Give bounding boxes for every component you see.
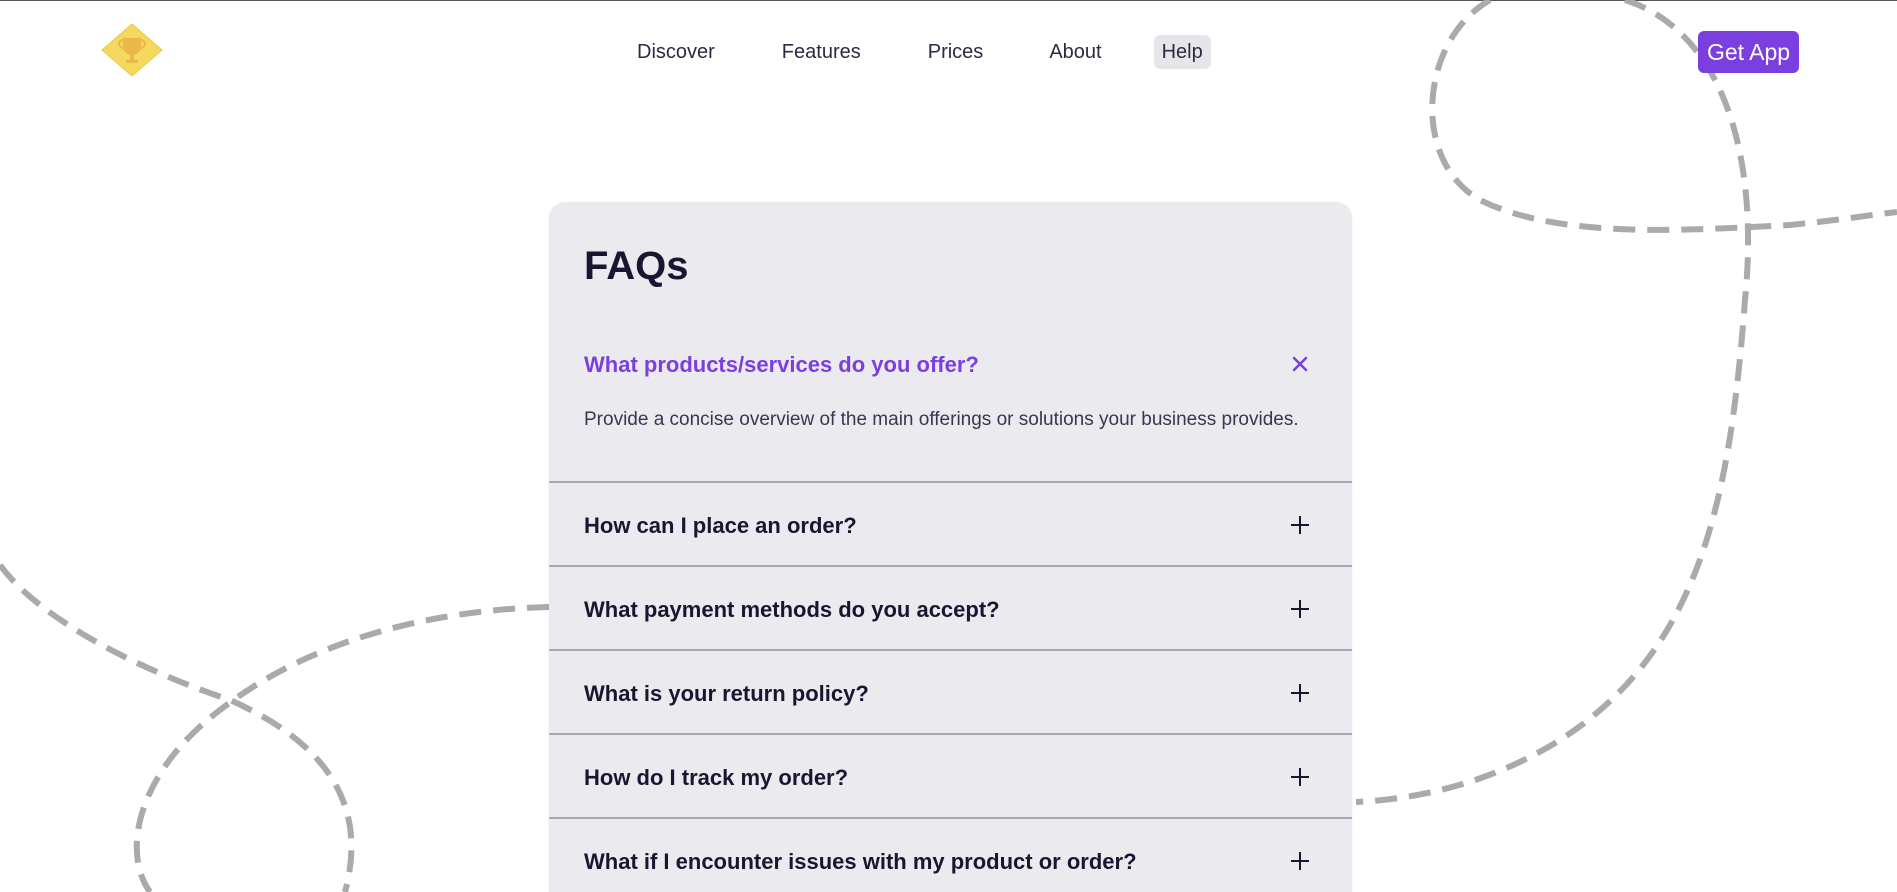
faq-question[interactable]: What products/services do you offer? xyxy=(584,352,979,378)
plus-icon[interactable] xyxy=(1287,512,1313,538)
plus-icon[interactable] xyxy=(1287,764,1313,790)
nav-link-help[interactable]: Help xyxy=(1153,35,1211,69)
nav-link-prices[interactable]: Prices xyxy=(920,35,992,69)
faq-question[interactable]: What payment methods do you accept? xyxy=(584,597,1000,623)
faq-question[interactable]: What is your return policy? xyxy=(584,681,869,707)
faq-title: FAQs xyxy=(584,244,689,288)
faq-item[interactable]: What is your return policy? xyxy=(549,649,1352,733)
plus-icon[interactable] xyxy=(1287,596,1313,622)
faq-item[interactable]: What payment methods do you accept? xyxy=(549,565,1352,649)
logo[interactable] xyxy=(101,23,163,77)
faq-question[interactable]: What if I encounter issues with my produ… xyxy=(584,849,1137,875)
close-icon[interactable] xyxy=(1287,351,1313,377)
plus-icon[interactable] xyxy=(1287,848,1313,874)
faq-card: FAQs What products/services do you offer… xyxy=(549,202,1352,892)
top-navbar: Discover Features Prices About Help Get … xyxy=(0,0,1897,104)
nav-link-features[interactable]: Features xyxy=(774,35,869,69)
faq-question[interactable]: How can I place an order? xyxy=(584,513,857,539)
nav-link-discover[interactable]: Discover xyxy=(629,35,723,69)
plus-icon[interactable] xyxy=(1287,680,1313,706)
faq-answer: Provide a concise overview of the main o… xyxy=(584,409,1299,430)
faq-item[interactable]: How do I track my order? xyxy=(549,733,1352,817)
faq-item[interactable]: What if I encounter issues with my produ… xyxy=(549,817,1352,892)
trophy-icon xyxy=(101,23,163,77)
faq-item[interactable]: How can I place an order? xyxy=(549,481,1352,565)
nav-links: Discover Features Prices About Help xyxy=(620,35,1261,69)
faq-question[interactable]: How do I track my order? xyxy=(584,765,848,791)
nav-link-about[interactable]: About xyxy=(1041,35,1109,69)
get-app-button[interactable]: Get App xyxy=(1698,31,1799,73)
